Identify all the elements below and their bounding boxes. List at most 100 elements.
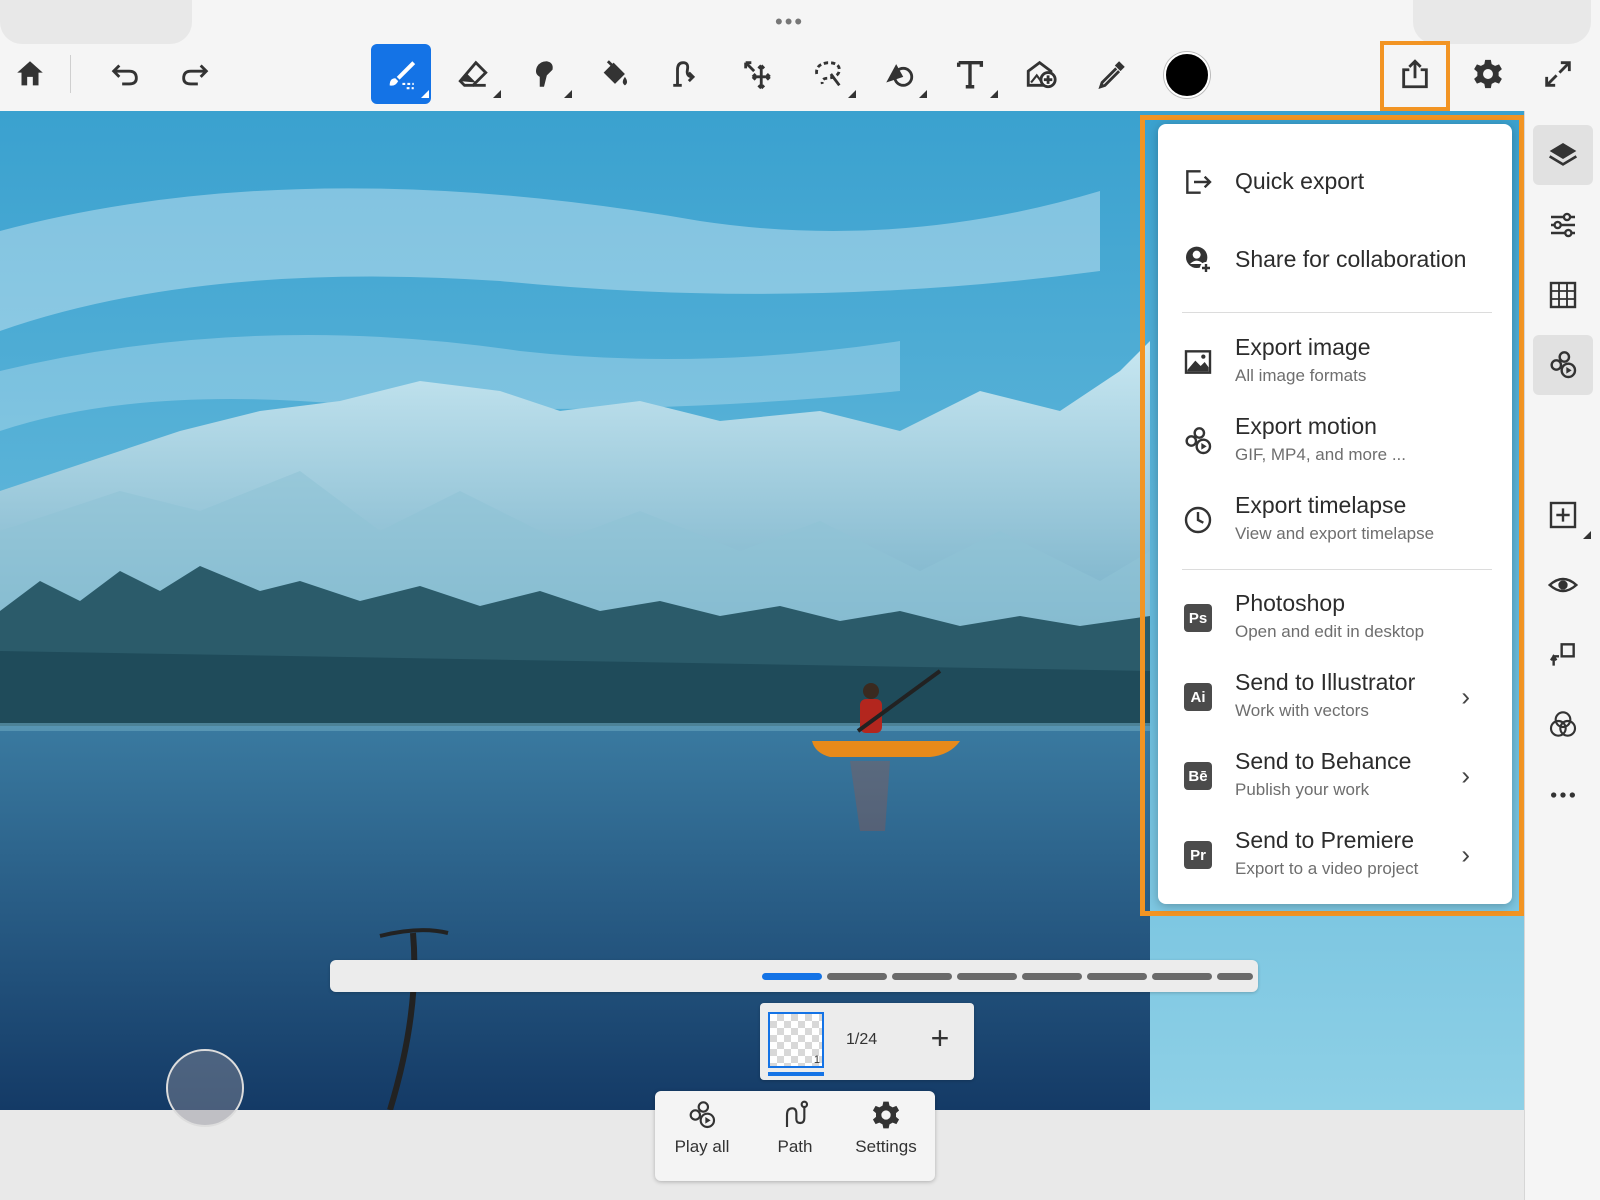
text-icon [956, 60, 984, 89]
timeline-segment-current[interactable] [762, 973, 822, 980]
quick-export-item[interactable]: Quick export [1158, 146, 1512, 218]
timeline-segment[interactable] [1152, 973, 1212, 980]
export-timelapse-item[interactable]: Export timelapse View and export timelap… [1158, 484, 1512, 556]
liquify-tool[interactable] [656, 44, 716, 104]
photoshop-icon: Ps [1184, 604, 1212, 632]
multitask-handle[interactable]: ••• [775, 11, 804, 33]
motion-panel-icon [1550, 351, 1577, 379]
motion-play-icon [689, 1101, 716, 1129]
text-tool[interactable] [940, 44, 1000, 104]
menu-item-subtitle: Work with vectors [1235, 701, 1369, 720]
blend-mode-button[interactable] [1533, 695, 1593, 755]
settings-button[interactable] [1458, 44, 1518, 104]
send-to-premiere-item[interactable]: Pr Send to Premiere Export to a video pr… [1158, 819, 1512, 891]
redo-button[interactable] [165, 44, 225, 104]
redo-icon [182, 64, 209, 86]
status-pill-left [0, 0, 192, 44]
add-layer-icon [1549, 501, 1577, 529]
export-motion-item[interactable]: Export motion GIF, MP4, and more ... [1158, 405, 1512, 477]
add-layer-button[interactable] [1533, 485, 1593, 545]
export-image-item[interactable]: Export image All image formats [1158, 326, 1512, 398]
grid-icon [1549, 281, 1577, 309]
chevron-right-icon: › [1461, 839, 1470, 870]
premiere-icon: Pr [1184, 841, 1212, 869]
play-all-label: Play all [674, 1137, 730, 1156]
fullscreen-icon [1545, 61, 1571, 87]
path-label: Path [777, 1137, 813, 1156]
eyedropper-tool[interactable] [1082, 44, 1142, 104]
eraser-tool[interactable] [443, 44, 503, 104]
motion-bottom-panel: Play all Path Settings [655, 1091, 935, 1181]
toolbar-divider [70, 55, 71, 93]
adjustments-icon [1551, 212, 1575, 238]
layers-button[interactable] [1533, 125, 1593, 185]
tool-options-indicator [421, 90, 429, 98]
more-icon [1551, 792, 1575, 798]
tool-options-indicator [493, 90, 501, 98]
timeline-segment[interactable] [892, 973, 952, 980]
menu-item-subtitle: GIF, MP4, and more ... [1235, 445, 1407, 464]
menu-item-title: Send to Behance [1235, 748, 1412, 774]
brush-icon [389, 61, 416, 90]
move-icon [744, 61, 771, 90]
smudge-icon [535, 61, 553, 87]
top-toolbar: ••• [0, 0, 1600, 112]
image-tool[interactable] [1011, 44, 1071, 104]
add-image-icon [1026, 60, 1057, 89]
path-button[interactable]: Path [752, 1099, 838, 1173]
undo-icon [111, 64, 138, 86]
motion-panel-button[interactable] [1533, 335, 1593, 395]
menu-item-subtitle: All image formats [1235, 366, 1367, 385]
fill-tool[interactable] [585, 44, 645, 104]
send-to-behance-item[interactable]: Bē Send to Behance Publish your work › [1158, 740, 1512, 812]
brush-tool[interactable] [371, 44, 431, 104]
play-all-button[interactable]: Play all [659, 1099, 745, 1173]
share-button-highlight [1380, 41, 1450, 111]
menu-item-title: Export motion [1235, 413, 1377, 439]
settings-panel-button[interactable]: Settings [843, 1099, 929, 1173]
menu-item-title: Send to Illustrator [1235, 669, 1416, 695]
menu-item-subtitle: Publish your work [1235, 780, 1370, 799]
selection-tool[interactable] [798, 44, 858, 104]
tool-options-indicator [919, 90, 927, 98]
color-picker-swatch[interactable] [1164, 52, 1210, 98]
share-collaboration-icon [1186, 246, 1212, 274]
tool-options-indicator [564, 90, 572, 98]
clock-icon [1184, 506, 1212, 534]
animation-timeline[interactable] [330, 960, 1258, 992]
menu-item-title: Photoshop [1235, 590, 1345, 616]
menu-item-title: Export image [1235, 334, 1371, 360]
brush-size-puck[interactable] [166, 1049, 244, 1127]
send-to-illustrator-item[interactable]: Ai Send to Illustrator Work with vectors… [1158, 661, 1512, 733]
grid-button[interactable] [1533, 265, 1593, 325]
timeline-segment[interactable] [1087, 973, 1147, 980]
add-frame-button[interactable]: + [922, 1021, 958, 1057]
undo-button[interactable] [95, 44, 155, 104]
smudge-tool[interactable] [514, 44, 574, 104]
timeline-segment[interactable] [957, 973, 1017, 980]
more-button[interactable] [1533, 765, 1593, 825]
shape-tool[interactable] [869, 44, 929, 104]
frame-selected-indicator [768, 1072, 824, 1076]
timeline-segment[interactable] [1217, 973, 1253, 980]
right-panel-rail [1524, 111, 1600, 1200]
photoshop-item[interactable]: Ps Photoshop Open and edit in desktop [1158, 582, 1512, 654]
motion-icon [1185, 427, 1212, 455]
eraser-icon [458, 60, 488, 87]
adjustments-button[interactable] [1533, 195, 1593, 255]
timeline-segment[interactable] [1022, 973, 1082, 980]
visibility-button[interactable] [1533, 555, 1593, 615]
layer-actions-button[interactable] [1533, 625, 1593, 685]
fullscreen-button[interactable] [1528, 44, 1588, 104]
frame-thumbnail[interactable]: 1 [768, 1012, 824, 1068]
menu-item-title: Send to Premiere [1235, 827, 1414, 853]
home-button[interactable] [0, 44, 60, 104]
gear-icon [872, 1101, 900, 1129]
illustrator-icon: Ai [1184, 683, 1212, 711]
home-icon [17, 61, 43, 86]
share-collaboration-item[interactable]: Share for collaboration [1158, 224, 1512, 296]
timeline-segment[interactable] [827, 973, 887, 980]
transform-tool[interactable] [727, 44, 787, 104]
layer-actions-icon [1550, 643, 1575, 666]
tool-options-indicator [990, 90, 998, 98]
